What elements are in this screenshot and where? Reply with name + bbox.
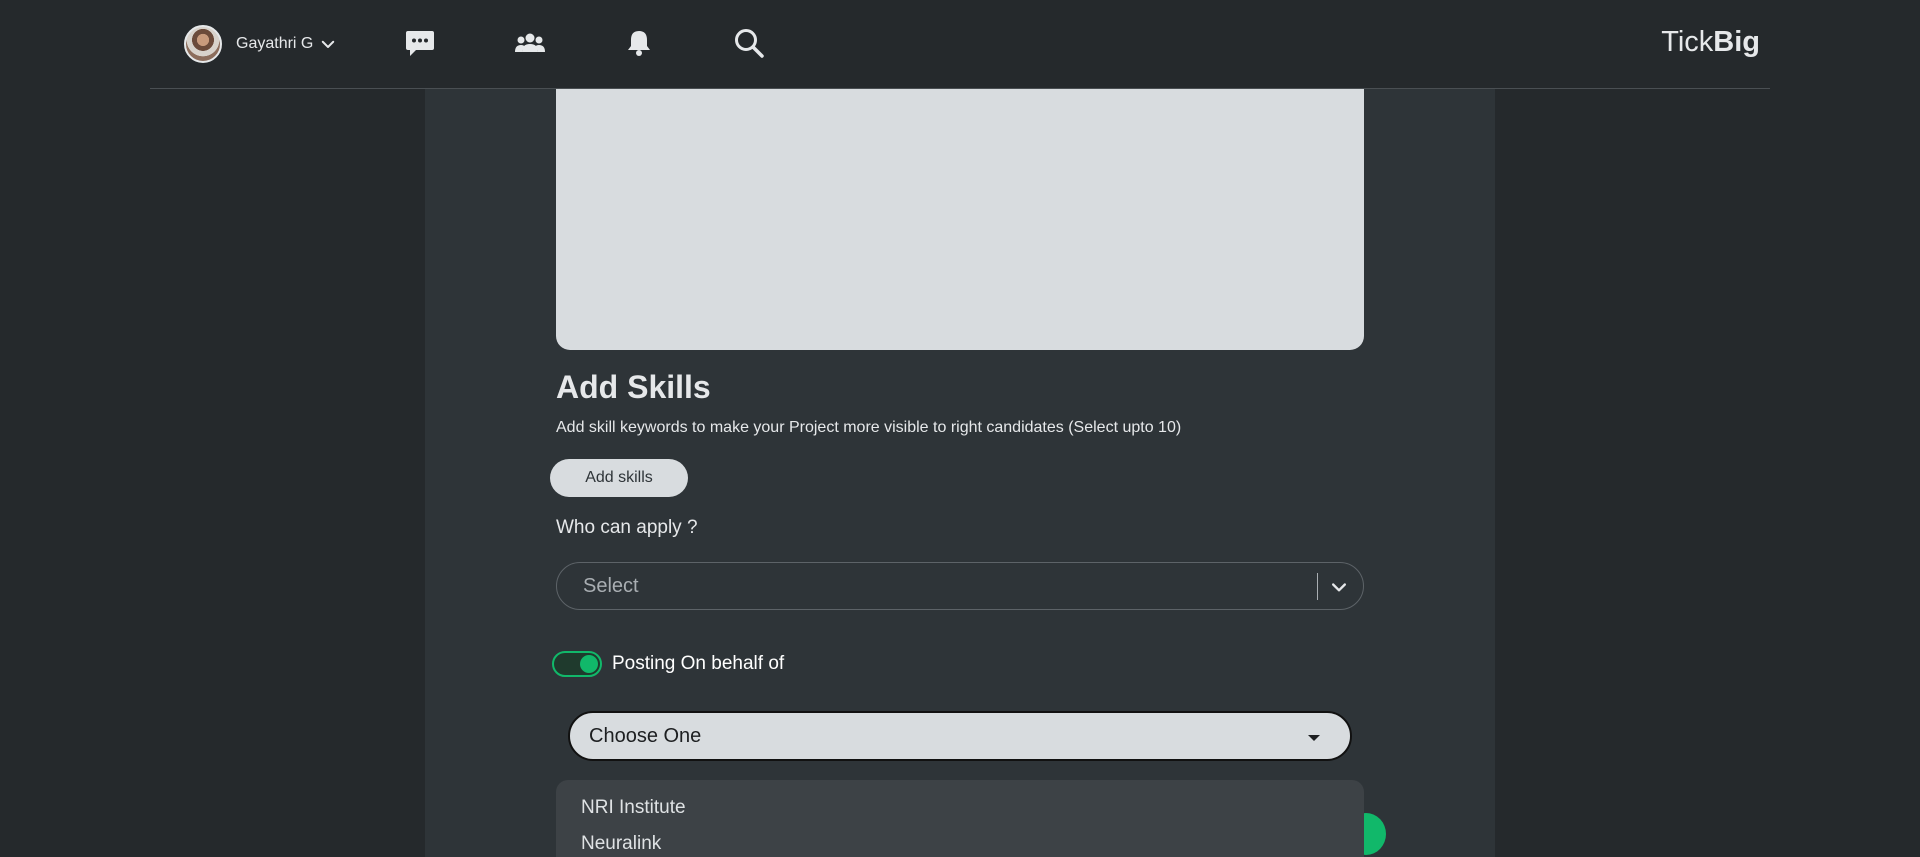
chevron-down-icon[interactable] — [1329, 577, 1349, 597]
brand-logo[interactable]: TickBig — [1661, 26, 1760, 59]
user-menu[interactable]: Gayathri G — [184, 24, 337, 64]
user-name: Gayathri G — [236, 35, 314, 52]
posting-on-behalf-toggle[interactable] — [552, 651, 602, 677]
skills-title: Add Skills — [556, 369, 711, 405]
groups-icon[interactable] — [513, 26, 547, 60]
select-placeholder: Select — [583, 575, 639, 597]
dropdown-option[interactable]: Neuralink — [581, 833, 661, 855]
caret-down-icon — [1308, 735, 1320, 741]
chevron-down-icon[interactable] — [319, 35, 337, 53]
image-preview — [556, 89, 1364, 350]
main-content: Add Skills Add skill keywords to make yo… — [425, 89, 1495, 857]
search-icon[interactable] — [732, 26, 766, 60]
dropdown-list: NRI Institute Neuralink — [556, 780, 1364, 857]
skills-description: Add skill keywords to make your Project … — [556, 419, 1182, 436]
toggle-knob — [580, 655, 598, 673]
who-can-apply-select[interactable]: Select — [556, 562, 1364, 610]
bell-icon[interactable] — [622, 26, 656, 60]
chat-icon[interactable] — [403, 26, 437, 60]
choose-one-select[interactable]: Choose One — [568, 711, 1352, 761]
dropdown-option[interactable]: NRI Institute — [581, 797, 686, 819]
avatar[interactable] — [184, 25, 222, 63]
top-navbar: Gayathri G TickBig — [150, 0, 1770, 89]
select-separator — [1317, 573, 1318, 600]
brand-light: Tick — [1661, 26, 1714, 58]
add-skills-button[interactable]: Add skills — [550, 459, 688, 497]
posting-on-behalf-label: Posting On behalf of — [612, 653, 785, 674]
brand-bold: Big — [1713, 26, 1760, 58]
who-can-apply-label: Who can apply ? — [556, 517, 698, 538]
choose-one-value: Choose One — [589, 725, 702, 747]
